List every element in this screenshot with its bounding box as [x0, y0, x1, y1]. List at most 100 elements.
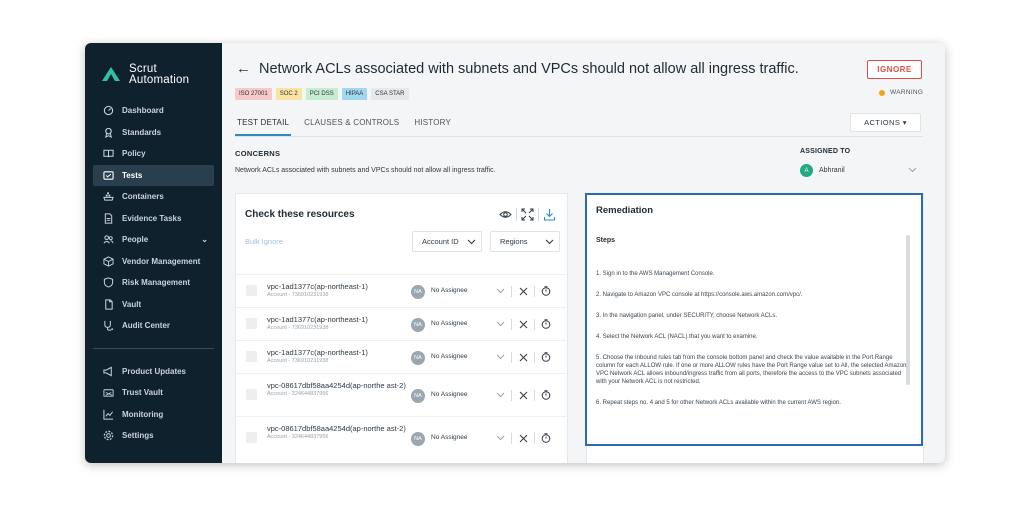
sidebar-item-label: Monitoring	[122, 409, 164, 419]
timer-icon[interactable]	[540, 318, 552, 330]
sidebar: Scrut Automation Dashboard Standards Pol…	[85, 43, 222, 463]
chevron-down-icon[interactable]	[494, 285, 506, 297]
chevron-down-icon[interactable]	[494, 318, 506, 330]
chevron-down-icon[interactable]	[908, 167, 917, 173]
resource-name: vpc-1ad1377c(ap-northeast-1)	[267, 348, 368, 357]
sidebar-item-dashboard[interactable]: Dashboard	[93, 100, 214, 122]
sidebar-item-label: Dashboard	[122, 106, 164, 116]
close-icon[interactable]	[517, 351, 529, 363]
brand-logo[interactable]: Scrut Automation	[99, 63, 189, 87]
account-id-filter[interactable]: Account ID	[412, 231, 482, 252]
chevron-down-icon[interactable]	[494, 351, 506, 363]
container-icon	[103, 191, 114, 202]
row-checkbox[interactable]	[246, 389, 257, 400]
timer-icon[interactable]	[540, 432, 552, 444]
expand-icon[interactable]	[521, 208, 534, 221]
tests-icon	[103, 170, 114, 181]
timer-icon[interactable]	[540, 389, 552, 401]
eye-icon[interactable]	[499, 208, 512, 221]
sidebar-item-vault[interactable]: Vault	[93, 294, 214, 316]
sidebar-item-monitoring[interactable]: Monitoring	[93, 404, 214, 426]
sidebar-item-policy[interactable]: Policy	[93, 143, 214, 165]
box-icon	[103, 256, 114, 267]
close-icon[interactable]	[517, 389, 529, 401]
regions-filter[interactable]: Regions	[490, 231, 560, 252]
row-checkbox[interactable]	[246, 351, 257, 362]
severity-indicator: WARNING	[879, 89, 923, 96]
row-checkbox[interactable]	[246, 285, 257, 296]
actions-dropdown-button[interactable]: ACTIONS ▾	[850, 113, 921, 132]
timer-icon[interactable]	[540, 351, 552, 363]
avatar: NA	[411, 432, 425, 446]
tab-clauses-controls[interactable]: CLAUSES & CONTROLS	[302, 115, 401, 136]
chevron-down-icon[interactable]	[494, 389, 506, 401]
warning-dot-icon	[879, 89, 885, 96]
table-row: vpc-1ad1377c(ap-northeast-1) Account - 73…	[236, 307, 569, 340]
sidebar-item-settings[interactable]: Settings	[93, 425, 214, 447]
sidebar-item-label: Evidence Tasks	[122, 213, 182, 223]
close-icon[interactable]	[517, 432, 529, 444]
resources-panel: Check these resources Bulk Ignore Accoun…	[235, 193, 569, 463]
row-divider	[534, 351, 535, 363]
assignee-label[interactable]: No Assignee	[431, 320, 468, 327]
row-checkbox[interactable]	[246, 432, 257, 443]
steps-heading: Steps	[596, 237, 616, 244]
award-icon	[103, 127, 114, 138]
compliance-tags: ISO 27001 SOC 2 PCI DSS HIPAA CSA STAR	[235, 88, 413, 100]
assignee-label[interactable]: No Assignee	[431, 391, 468, 398]
brand-name-line2: Automation	[129, 74, 190, 86]
assignee-name: Abhranil	[819, 167, 845, 174]
row-divider	[534, 389, 535, 401]
resource-account: Account - 736910231938	[267, 325, 329, 331]
sidebar-item-trust-vault[interactable]: Trust Vault	[93, 382, 214, 404]
assignee-label[interactable]: No Assignee	[431, 434, 468, 441]
assignee-label[interactable]: No Assignee	[431, 287, 468, 294]
sidebar-item-product-updates[interactable]: Product Updates	[93, 361, 214, 383]
audit-icon	[103, 320, 114, 331]
document-icon	[103, 213, 114, 224]
sidebar-item-tests[interactable]: Tests	[93, 164, 214, 186]
timer-icon[interactable]	[540, 285, 552, 297]
sidebar-item-label: Tests	[122, 170, 143, 180]
tag-iso-27001: ISO 27001	[235, 88, 272, 100]
sidebar-item-evidence-tasks[interactable]: Evidence Tasks	[93, 208, 214, 230]
page-title: Network ACLs associated with subnets and…	[259, 60, 799, 77]
chevron-down-icon[interactable]	[494, 432, 506, 444]
sidebar-item-vendor-management[interactable]: Vendor Management	[93, 251, 214, 273]
tab-history[interactable]: HISTORY	[412, 115, 453, 136]
row-divider	[511, 432, 512, 444]
tab-test-detail[interactable]: TEST DETAIL	[235, 115, 292, 136]
row-divider	[534, 432, 535, 444]
row-checkbox[interactable]	[246, 318, 257, 329]
bulk-ignore-link[interactable]: Bulk Ignore	[245, 237, 283, 246]
resource-name: vpc-1ad1377c(ap-northeast-1)	[267, 315, 368, 324]
back-arrow-icon[interactable]: ←	[236, 60, 251, 77]
avatar: NA	[411, 389, 425, 403]
main-content: ← Network ACLs associated with subnets a…	[222, 43, 945, 463]
sidebar-item-label: Settings	[122, 431, 154, 441]
assignee-selector[interactable]: A Abhranil	[800, 164, 845, 177]
step-item: 3. In the navigation panel, under SECURI…	[596, 313, 777, 319]
download-icon[interactable]	[543, 208, 556, 221]
sidebar-item-audit-center[interactable]: Audit Center	[93, 315, 214, 337]
sidebar-item-label: Trust Vault	[122, 388, 163, 398]
sidebar-item-label: Product Updates	[122, 366, 187, 376]
sidebar-item-label: Vault	[122, 299, 142, 309]
sidebar-item-people[interactable]: People ⌄	[93, 229, 214, 251]
trust-icon	[103, 387, 114, 398]
resource-account: Account - 736910231938	[267, 358, 329, 364]
close-icon[interactable]	[517, 285, 529, 297]
tag-pci-dss: PCI DSS	[305, 88, 338, 100]
assignee-label[interactable]: No Assignee	[431, 353, 468, 360]
tab-divider	[235, 136, 923, 137]
ignore-button[interactable]: IGNORE	[867, 60, 922, 79]
chevron-down-icon[interactable]: ⌄	[201, 235, 208, 244]
sidebar-nav: Dashboard Standards Policy Tests Contain…	[93, 100, 214, 447]
close-icon[interactable]	[517, 318, 529, 330]
people-icon	[103, 234, 114, 245]
sidebar-item-risk-management[interactable]: Risk Management	[93, 272, 214, 294]
step-item: 6. Repeat steps no. 4 and 5 for other Ne…	[596, 400, 841, 406]
resource-name: vpc-1ad1377c(ap-northeast-1)	[267, 282, 368, 291]
sidebar-item-containers[interactable]: Containers	[93, 186, 214, 208]
sidebar-item-standards[interactable]: Standards	[93, 122, 214, 144]
